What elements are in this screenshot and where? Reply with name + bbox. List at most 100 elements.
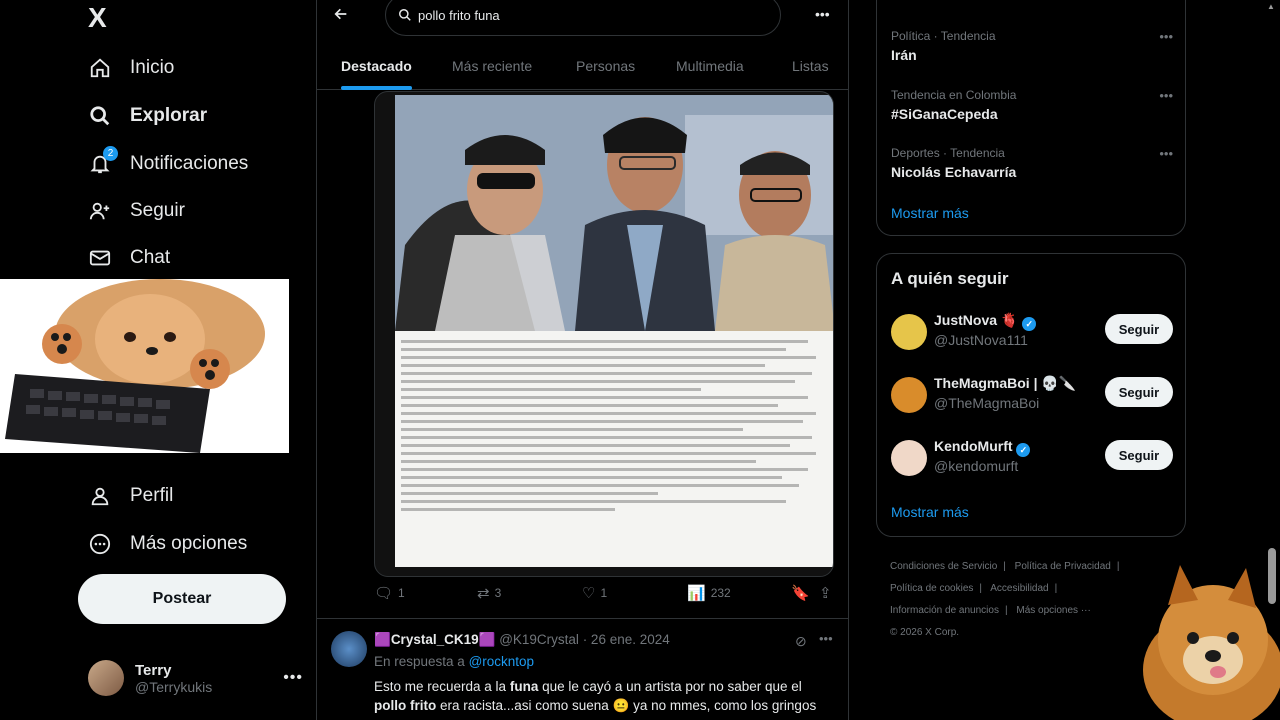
home-icon [88, 56, 112, 80]
footer-link[interactable]: Política de Privacidad [1015, 561, 1111, 572]
search-tabs: Destacado Más reciente Personas Multimed… [317, 42, 848, 90]
bookmark-button[interactable]: 🔖 [791, 584, 810, 602]
reply-to-link[interactable]: @rockntop [469, 654, 534, 669]
trend-more-icon[interactable]: ••• [1159, 88, 1173, 103]
user-name[interactable]: KendoMurft ✓ [934, 438, 1031, 457]
follow-show-more-link[interactable]: Mostrar más [891, 504, 969, 520]
post-button[interactable]: Postear [78, 574, 286, 624]
x-logo-icon[interactable]: X [88, 2, 107, 34]
verified-badge-icon: ✓ [1022, 317, 1037, 331]
tab-personas[interactable]: Personas [576, 42, 635, 90]
tweet-date[interactable]: · 26 ene. 2024 [583, 632, 670, 647]
repost-icon: ⇄ [477, 585, 490, 602]
follow-suggestion[interactable]: JustNova 🫀 ✓ @JustNova111 Seguir [891, 312, 1173, 362]
tweet-media[interactable] [374, 91, 834, 577]
follow-button[interactable]: Seguir [1105, 377, 1173, 407]
user-name[interactable]: JustNova 🫀 ✓ [934, 312, 1037, 331]
repost-button[interactable]: ⇄ 3 [477, 584, 501, 602]
main-column: ••• Destacado Más reciente Personas Mult… [316, 0, 849, 720]
nav-explore-label: Explorar [130, 105, 208, 126]
trend-more-icon[interactable]: ••• [1159, 29, 1173, 44]
nav-more-options-label: Más opciones [130, 533, 248, 554]
tweet-document-image [395, 331, 833, 567]
like-button[interactable]: ♡ 1 [582, 584, 607, 602]
back-arrow-icon[interactable] [333, 6, 349, 27]
nav-explore[interactable]: Explorar [88, 96, 207, 136]
user-avatar[interactable] [891, 314, 927, 350]
user-handle: @JustNova111 [934, 332, 1028, 348]
nav-profile-label: Perfil [130, 485, 174, 506]
person-icon [88, 484, 112, 508]
account-avatar [88, 660, 124, 696]
verified-badge-icon: ✓ [1016, 443, 1031, 457]
search-icon [88, 104, 112, 128]
follow-button[interactable]: Seguir [1105, 440, 1173, 470]
scroll-up-arrow-icon[interactable]: ▲ [1267, 2, 1277, 11]
share-icon: ⇪ [819, 585, 832, 602]
tab-destacado[interactable]: Destacado [341, 42, 412, 90]
reply-context: En respuesta a @rockntop [374, 654, 535, 669]
share-button[interactable]: ⇪ [819, 584, 832, 602]
bookmark-icon: 🔖 [791, 585, 810, 602]
follow-icon [88, 199, 112, 223]
reply-count: 1 [398, 586, 405, 600]
views-button[interactable]: 📊 232 [687, 584, 731, 602]
trend-item[interactable]: Política · Tendencia Irán ••• [891, 29, 1173, 63]
user-name[interactable]: TheMagmaBoi | 💀🔪 [934, 375, 1076, 392]
user-handle: @kendomurft [934, 458, 1019, 474]
pomeranian-sticker-image [1138, 560, 1280, 720]
tab-multimedia[interactable]: Multimedia [676, 42, 744, 90]
follow-button[interactable]: Seguir [1105, 314, 1173, 344]
account-more-icon[interactable]: ••• [283, 669, 303, 687]
tweet-more-icon[interactable]: ••• [819, 631, 833, 646]
follow-suggestion[interactable]: KendoMurft ✓ @kendomurft Seguir [891, 438, 1173, 488]
tweet-author-avatar[interactable] [331, 631, 367, 667]
footer-link[interactable]: Accesibilidad [990, 583, 1048, 594]
reply-button[interactable]: 🗨 1 [374, 584, 405, 602]
tab-mas-reciente[interactable]: Más reciente [452, 42, 532, 90]
trend-item[interactable]: Deportes · Tendencia Nicolás Echavarría … [891, 146, 1173, 180]
follow-suggestion[interactable]: TheMagmaBoi | 💀🔪 @TheMagmaBoi Seguir [891, 375, 1173, 425]
user-avatar[interactable] [891, 377, 927, 413]
tweet[interactable]: 🟪Crystal_CK19🟪 @K19Crystal · 26 ene. 202… [317, 618, 848, 720]
nav-more-options[interactable]: Más opciones [88, 524, 247, 564]
nav-notifications[interactable]: 2 Notificaciones [88, 144, 248, 184]
tweet-photo-image [395, 95, 833, 331]
nav-profile[interactable]: Perfil [88, 476, 173, 516]
like-count: 1 [600, 586, 608, 600]
nav-chat[interactable]: Chat [88, 238, 170, 278]
reply-icon: 🗨 [374, 585, 394, 602]
views-icon: 📊 [687, 585, 706, 602]
trends-show-more-link[interactable]: Mostrar más [891, 205, 969, 221]
footer-link[interactable]: Información de anuncios [890, 605, 999, 616]
trend-item[interactable]: Tendencia en Colombia #SiGanaCepeda ••• [891, 88, 1173, 122]
tweet-author-handle[interactable]: @K19Crystal [499, 632, 579, 647]
nav-home-label: Inicio [130, 57, 175, 78]
search-icon [399, 9, 411, 21]
dog-keyboard-overlay-image [0, 279, 289, 453]
nav-follow[interactable]: Seguir [88, 191, 185, 231]
user-avatar[interactable] [891, 440, 927, 476]
search-field[interactable] [385, 0, 781, 36]
tweet-author-name[interactable]: 🟪Crystal_CK19🟪 [374, 632, 495, 647]
search-settings-more-icon[interactable]: ••• [815, 6, 830, 22]
footer-link[interactable]: Más opciones ··· [1016, 605, 1090, 616]
nav-chat-label: Chat [130, 247, 171, 268]
account-handle: @Terrykukis [135, 678, 213, 695]
footer-link[interactable]: Política de cookies [890, 583, 973, 594]
grok-icon[interactable]: ⊘ [795, 633, 807, 650]
tweet-text: Esto me recuerda a la funa que le cayó a… [374, 679, 817, 720]
trend-more-icon[interactable]: ••• [1159, 146, 1173, 161]
nav-follow-label: Seguir [130, 200, 185, 221]
bell-icon: 2 [88, 146, 118, 176]
mail-icon [88, 246, 112, 270]
nav-notifications-label: Notificaciones [130, 153, 249, 174]
user-handle: @TheMagmaBoi [934, 395, 1040, 411]
footer-link[interactable]: Condiciones de Servicio [890, 561, 997, 572]
account-switcher[interactable]: Terry @Terrykukis ••• [88, 656, 303, 700]
tab-listas[interactable]: Listas [792, 42, 829, 90]
tweet-actions: 🗨 1 ⇄ 3 ♡ 1 📊 232 🔖 ⇪ [317, 584, 848, 612]
nav-home[interactable]: Inicio [88, 48, 174, 88]
search-input[interactable] [418, 7, 758, 23]
views-count: 232 [710, 586, 731, 600]
